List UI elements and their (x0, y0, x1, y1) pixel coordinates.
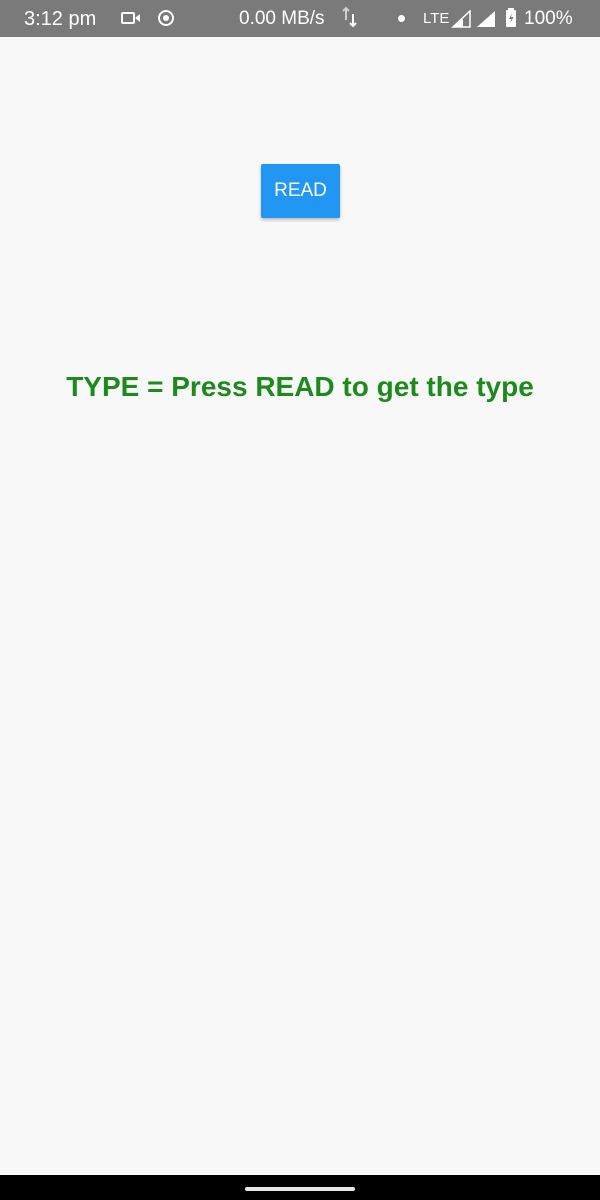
record-icon (157, 9, 175, 27)
home-gesture-handle[interactable] (245, 1187, 355, 1191)
battery-level: 100% (524, 8, 573, 29)
navigation-bar (0, 1175, 600, 1200)
network-type: LTE (423, 10, 450, 27)
status-time: 3:12 pm (24, 8, 97, 30)
video-camera-icon (121, 11, 141, 25)
updown-arrows-icon (342, 6, 358, 28)
signal-icon (476, 10, 496, 28)
network-speed: 0.00 MB/s (239, 8, 325, 29)
status-bar: 3:12 pm 0.00 MB/s LTE 100% (0, 0, 600, 37)
type-result-text: TYPE = Press READ to get the type (66, 371, 534, 402)
read-button[interactable]: READ (261, 164, 340, 218)
battery-icon (505, 8, 517, 28)
signal-icon (451, 10, 471, 28)
app-content: READ TYPE = Press READ to get the type (0, 37, 600, 1175)
dot-icon (398, 15, 405, 22)
